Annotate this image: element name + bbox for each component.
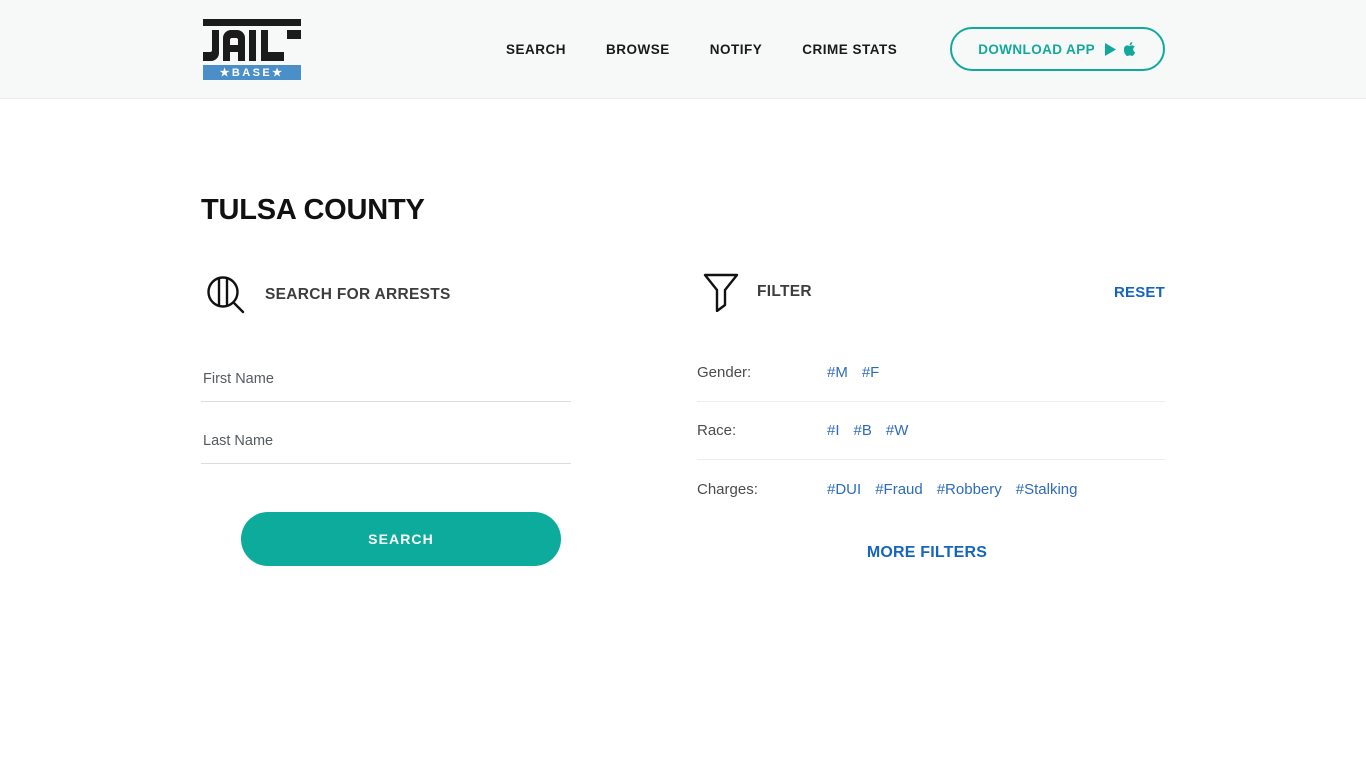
funnel-icon [703, 273, 739, 312]
search-and-filter-columns: SEARCH FOR ARRESTS SEARCH FILTER RESET G [201, 272, 1165, 566]
download-app-label: DOWNLOAD APP [978, 41, 1095, 57]
first-name-input[interactable] [201, 362, 571, 402]
jailbase-logo[interactable]: ★BASE★ [201, 17, 303, 81]
filter-tag-charge-robbery[interactable]: #Robbery [937, 481, 1002, 498]
filter-rows: Gender: #M #F Race: #I #B #W Charges: #D… [697, 344, 1165, 518]
filter-panel: FILTER RESET Gender: #M #F Race: #I #B #… [697, 272, 1165, 566]
filter-label-charges: Charges: [697, 480, 758, 498]
nav-item-browse[interactable]: BROWSE [586, 42, 690, 57]
apple-icon [1124, 42, 1136, 56]
filter-panel-title: FILTER [757, 283, 812, 300]
filter-row-gender: Gender: #M #F [697, 344, 1165, 402]
filter-row-race: Race: #I #B #W [697, 402, 1165, 460]
nav-item-notify[interactable]: NOTIFY [690, 42, 783, 57]
nav-item-search[interactable]: SEARCH [486, 42, 586, 57]
search-button[interactable]: SEARCH [241, 512, 561, 566]
filter-tag-charge-dui[interactable]: #DUI [827, 481, 861, 498]
filter-row-charges: Charges: #DUI #Fraud #Robbery #Stalking [697, 460, 1165, 518]
site-header: ★BASE★ SEARCH BROWSE NOTIFY CRIME STATS … [0, 0, 1366, 99]
logo-base-text: ★BASE★ [220, 67, 285, 79]
download-app-button[interactable]: DOWNLOAD APP [950, 27, 1165, 71]
header-inner: ★BASE★ SEARCH BROWSE NOTIFY CRIME STATS … [201, 0, 1165, 98]
filter-label-gender: Gender: [697, 364, 752, 381]
search-panel-title: SEARCH FOR ARRESTS [265, 286, 451, 303]
arrest-search-form: SEARCH [201, 362, 601, 566]
filter-tags-charges: #DUI #Fraud #Robbery #Stalking [827, 481, 1077, 498]
filter-tag-race-b[interactable]: #B [854, 422, 872, 439]
filter-tag-gender-f[interactable]: #F [862, 364, 880, 381]
filter-label-race: Race: [697, 422, 737, 439]
store-icons [1104, 41, 1137, 57]
search-jail-bars-icon [207, 276, 245, 314]
filter-tag-charge-stalking[interactable]: #Stalking [1016, 481, 1078, 498]
filter-tags-gender: #M #F [827, 364, 879, 381]
page-title: TULSA COUNTY [201, 194, 425, 226]
main-navigation: SEARCH BROWSE NOTIFY CRIME STATS DOWNLOA… [486, 27, 1165, 71]
filter-tags-race: #I #B #W [827, 422, 908, 439]
reset-filters-link[interactable]: RESET [1114, 284, 1165, 301]
filter-panel-header: FILTER RESET [697, 272, 1165, 312]
google-play-icon [1105, 42, 1116, 56]
more-filters-link[interactable]: MORE FILTERS [697, 544, 1157, 562]
filter-tag-race-w[interactable]: #W [886, 422, 909, 439]
search-panel: SEARCH FOR ARRESTS SEARCH [201, 272, 601, 566]
filter-tag-gender-m[interactable]: #M [827, 364, 848, 381]
page-content: TULSA COUNTY SEARCH FOR ARRESTS SEARCH [201, 194, 1165, 566]
last-name-input[interactable] [201, 424, 571, 464]
jailbase-logo-graphic: ★BASE★ [203, 19, 301, 80]
search-panel-header: SEARCH FOR ARRESTS [201, 272, 601, 318]
filter-tag-race-i[interactable]: #I [827, 422, 840, 439]
nav-item-crime-stats[interactable]: CRIME STATS [782, 42, 917, 57]
filter-tag-charge-fraud[interactable]: #Fraud [875, 481, 923, 498]
